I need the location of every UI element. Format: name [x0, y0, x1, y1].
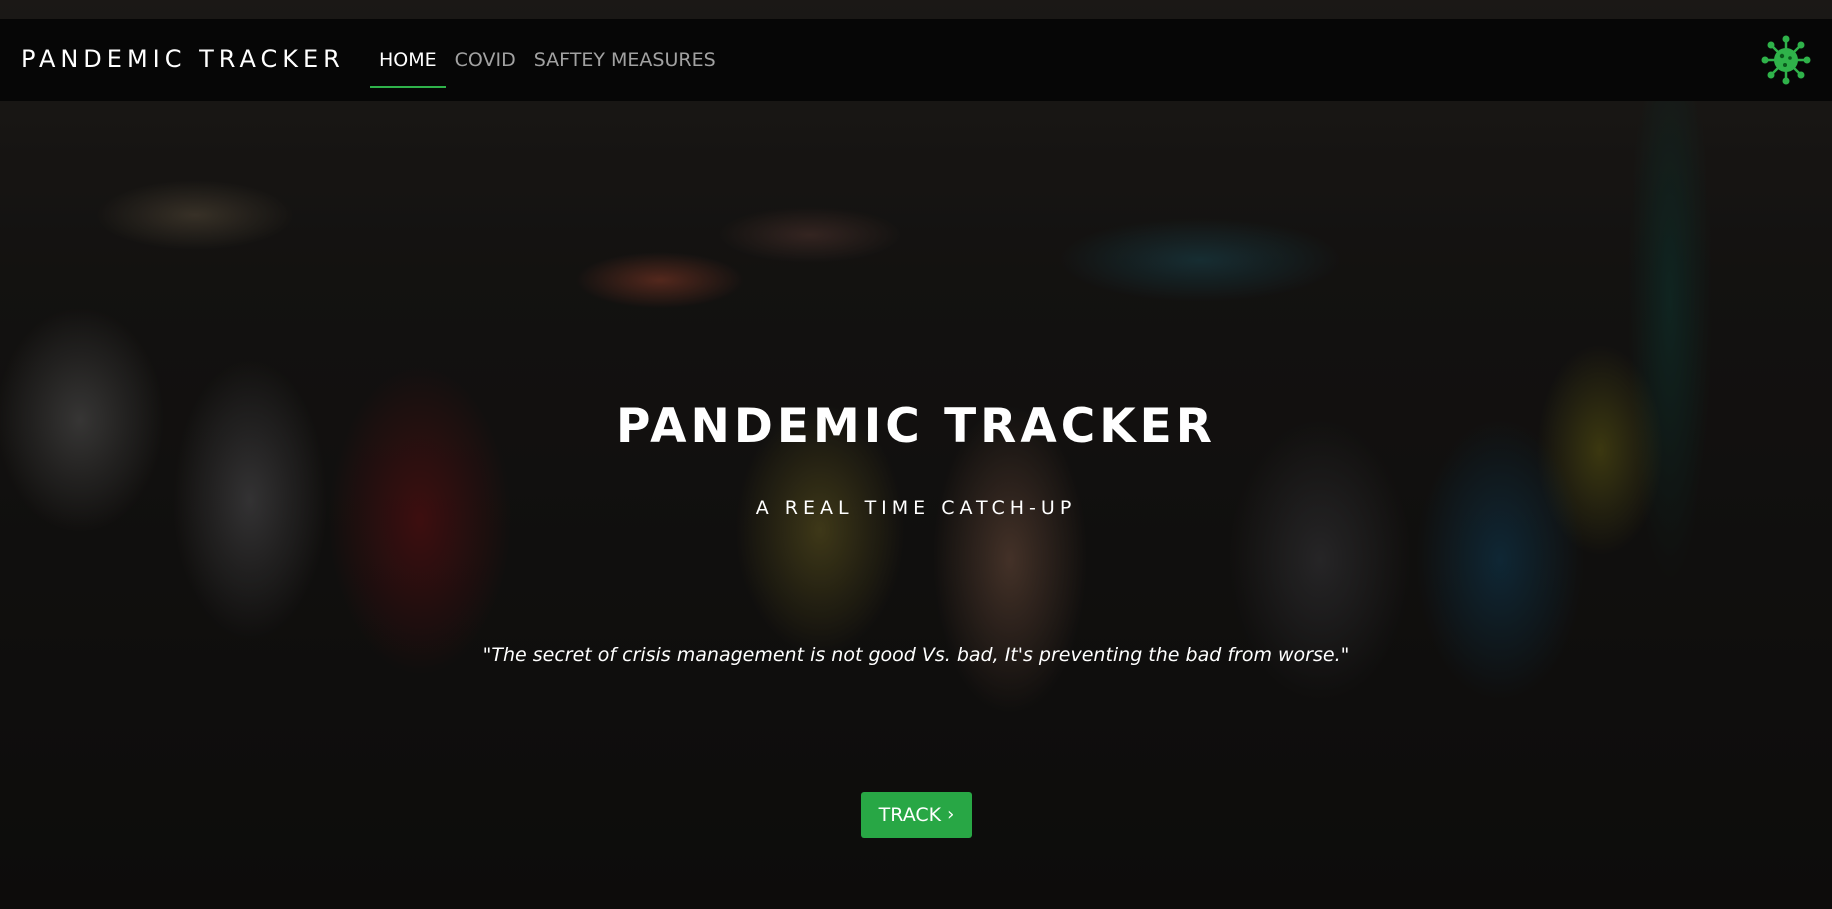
brand-logo-text[interactable]: PANDEMIC TRACKER: [21, 47, 345, 71]
nav-link-home[interactable]: HOME: [370, 19, 446, 101]
hero-title: PANDEMIC TRACKER: [616, 399, 1216, 454]
hero-quote: "The secret of crisis management is not …: [482, 644, 1350, 666]
navbar: PANDEMIC TRACKER HOME COVID SAFTEY MEASU…: [0, 19, 1832, 101]
nav-link-covid[interactable]: COVID: [446, 19, 525, 101]
nav-links: HOME COVID SAFTEY MEASURES: [370, 19, 725, 101]
hero-background-image: [0, 0, 1832, 909]
chevron-right-icon: ›: [947, 804, 955, 825]
hero-subtitle: A REAL TIME CATCH-UP: [755, 497, 1077, 519]
track-button[interactable]: TRACK ›: [861, 792, 972, 838]
virus-icon[interactable]: [1760, 34, 1812, 86]
track-button-label: TRACK: [878, 804, 942, 826]
page: PANDEMIC TRACKER HOME COVID SAFTEY MEASU…: [0, 0, 1832, 909]
nav-link-safety-measures[interactable]: SAFTEY MEASURES: [525, 19, 725, 101]
